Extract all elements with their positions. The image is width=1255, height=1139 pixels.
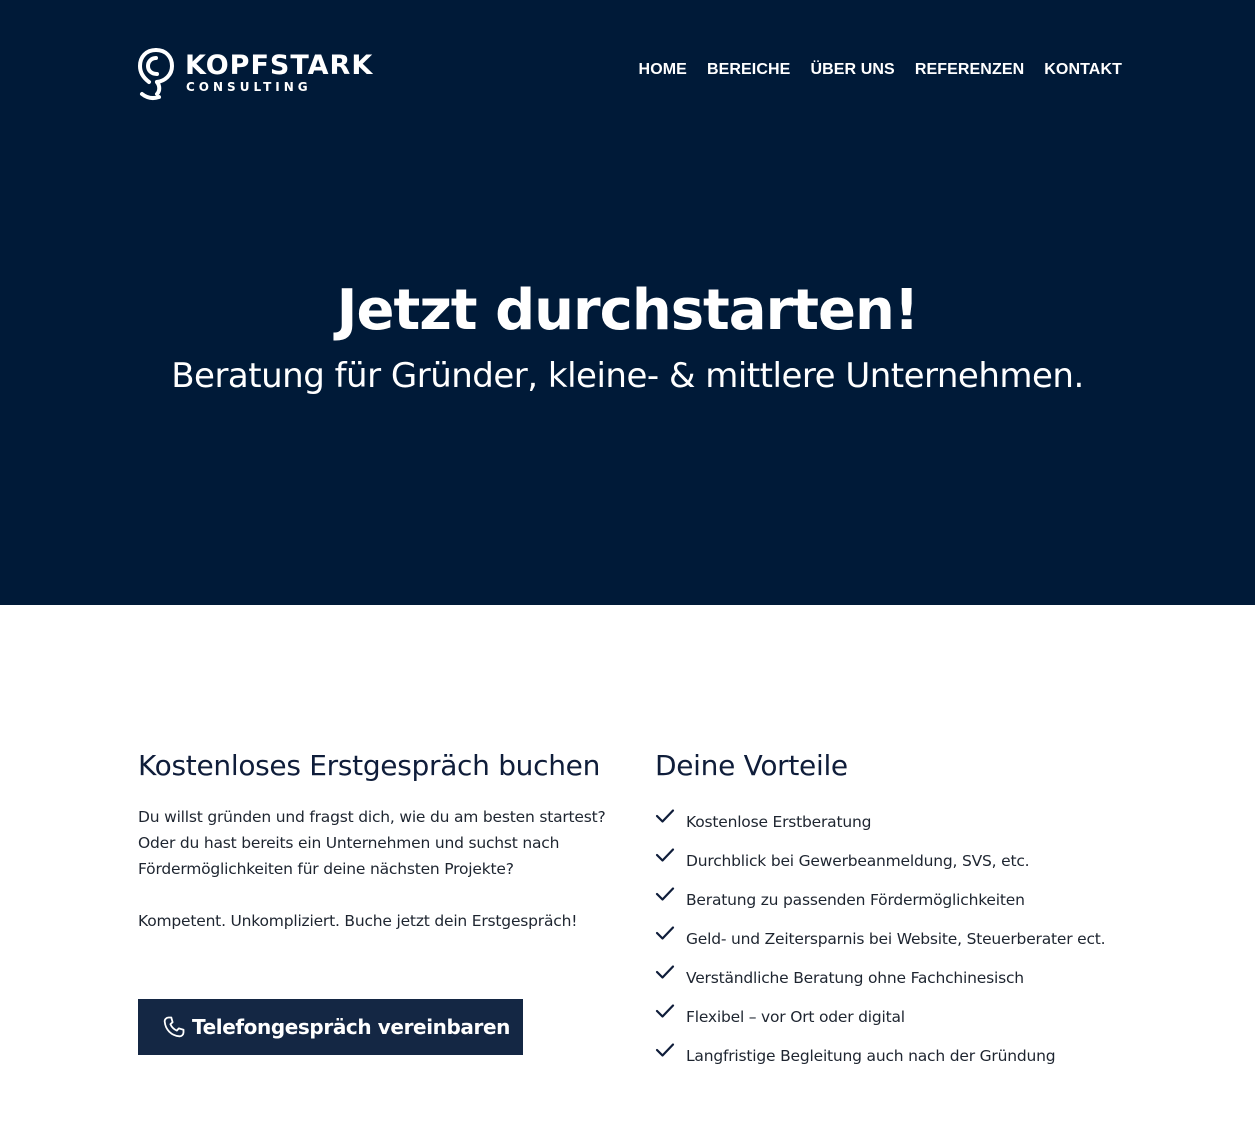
benefits-section: Deine Vorteile Kostenlose Erstberatung Du… xyxy=(655,748,1125,1075)
benefit-text: Beratung zu passenden Fördermöglichkeite… xyxy=(686,890,1025,909)
benefit-text: Kostenlose Erstberatung xyxy=(686,812,872,831)
benefits-title: Deine Vorteile xyxy=(655,749,848,782)
benefit-item: Verständliche Beratung ohne Fachchinesis… xyxy=(655,958,1125,997)
nav-item-ueber-uns[interactable]: ÜBER UNS xyxy=(810,61,894,79)
book-call-label: Telefongespräch vereinbaren xyxy=(192,1015,510,1039)
benefit-text: Durchblick bei Gewerbeanmeldung, SVS, et… xyxy=(686,851,1030,870)
nav-item-home[interactable]: HOME xyxy=(639,61,687,79)
booking-section: Kostenloses Erstgespräch buchen Du wills… xyxy=(138,748,608,934)
check-icon xyxy=(655,964,675,979)
nav-item-kontakt[interactable]: KONTAKT xyxy=(1044,61,1122,79)
hero-subtitle: Beratung für Gründer, kleine- & mittlere… xyxy=(171,356,1084,396)
brand-name: KOPFSTARK xyxy=(185,50,374,81)
check-icon xyxy=(655,886,675,901)
check-icon xyxy=(655,808,675,823)
brand-logo[interactable]: KOPFSTARK CONSULTING xyxy=(137,44,397,102)
phone-icon xyxy=(163,1016,185,1038)
check-icon xyxy=(655,1042,675,1057)
benefits-list: Kostenlose Erstberatung Durchblick bei Ge… xyxy=(655,802,1125,1075)
check-icon xyxy=(655,1003,675,1018)
booking-title: Kostenloses Erstgespräch buchen xyxy=(138,749,601,782)
head-profile-icon xyxy=(137,48,175,100)
brand-subtitle: CONSULTING xyxy=(186,80,312,94)
benefit-text: Verständliche Beratung ohne Fachchinesis… xyxy=(686,968,1024,987)
benefit-text: Geld- und Zeitersparnis bei Website, Ste… xyxy=(686,929,1106,948)
check-icon xyxy=(655,925,675,940)
booking-text-2: Kompetent. Unkompliziert. Buche jetzt de… xyxy=(138,912,578,930)
benefit-item: Flexibel – vor Ort oder digital xyxy=(655,997,1125,1036)
benefit-item: Langfristige Begleitung auch nach der Gr… xyxy=(655,1036,1125,1075)
hero-title: Jetzt durchstarten! xyxy=(336,278,920,343)
benefit-item: Durchblick bei Gewerbeanmeldung, SVS, et… xyxy=(655,841,1125,880)
benefit-text: Flexibel – vor Ort oder digital xyxy=(686,1007,905,1026)
brand-wordmark: KOPFSTARK CONSULTING xyxy=(185,50,374,95)
nav-item-referenzen[interactable]: REFERENZEN xyxy=(915,61,1024,79)
benefit-item: Geld- und Zeitersparnis bei Website, Ste… xyxy=(655,919,1125,958)
check-icon xyxy=(655,847,675,862)
book-call-button[interactable]: Telefongespräch vereinbaren xyxy=(138,999,523,1055)
hero-section: KOPFSTARK CONSULTING HOME BEREICHE ÜBER … xyxy=(0,0,1255,605)
benefit-item: Beratung zu passenden Fördermöglichkeite… xyxy=(655,880,1125,919)
nav-item-bereiche[interactable]: BEREICHE xyxy=(707,61,790,79)
benefit-text: Langfristige Begleitung auch nach der Gr… xyxy=(686,1046,1056,1065)
main-nav: HOME BEREICHE ÜBER UNS REFERENZEN KONTAK… xyxy=(639,61,1122,79)
benefit-item: Kostenlose Erstberatung xyxy=(655,802,1125,841)
booking-text: Du willst gründen und fragst dich, wie d… xyxy=(138,808,606,878)
